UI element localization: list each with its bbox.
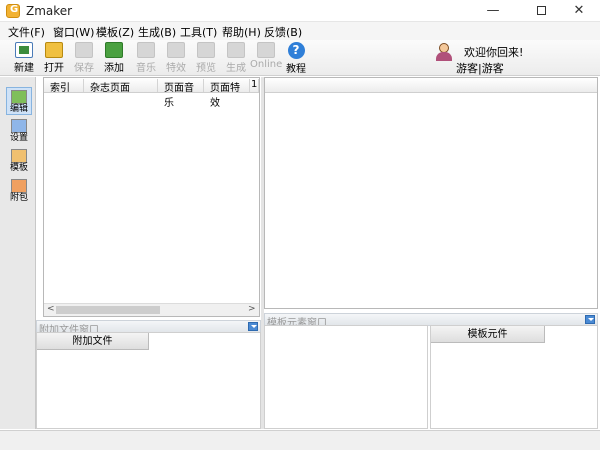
open-folder-icon bbox=[45, 42, 63, 58]
template-tree bbox=[264, 325, 428, 429]
preview-button[interactable]: 预览 bbox=[190, 42, 222, 76]
scroll-right-arrow-icon[interactable]: > bbox=[248, 304, 256, 314]
side-attach-button[interactable]: 附包 bbox=[6, 177, 32, 205]
col-page-effects[interactable]: 页面特效 bbox=[204, 79, 250, 109]
dropdown-arrow-icon[interactable] bbox=[248, 322, 258, 331]
dropdown-arrow-icon[interactable] bbox=[585, 315, 595, 324]
settings-icon bbox=[11, 119, 27, 133]
side-edit-label: 编辑 bbox=[9, 104, 28, 114]
title-bar: Zmaker — ✕ bbox=[0, 0, 600, 22]
generate-label: 生成 bbox=[226, 63, 246, 74]
open-button[interactable]: 打开 bbox=[38, 42, 70, 76]
save-icon bbox=[75, 42, 93, 58]
menu-generate[interactable]: 生成(B) bbox=[138, 24, 176, 40]
menu-window[interactable]: 窗口(W) bbox=[53, 24, 94, 40]
template-elements-list: 模板元件 bbox=[430, 325, 598, 429]
avatar-body bbox=[436, 52, 452, 61]
col-index[interactable]: 索引 bbox=[44, 79, 84, 94]
close-button[interactable]: ✕ bbox=[556, 0, 600, 22]
user-avatar bbox=[436, 43, 452, 61]
window-title: Zmaker bbox=[26, 4, 73, 18]
new-file-icon bbox=[15, 42, 33, 58]
attach-package-icon bbox=[11, 179, 27, 193]
menu-help[interactable]: 帮助(H) bbox=[222, 24, 261, 40]
online-label: Online bbox=[250, 59, 283, 70]
menu-template[interactable]: 模板(Z) bbox=[96, 24, 134, 40]
template-icon bbox=[11, 149, 27, 163]
side-settings-label: 设置 bbox=[9, 133, 28, 143]
status-bar bbox=[0, 430, 600, 450]
help-icon: ? bbox=[287, 42, 305, 59]
welcome-message: 欢迎你回来! bbox=[464, 46, 524, 59]
generate-button[interactable]: 生成 bbox=[220, 42, 252, 76]
horizontal-scrollbar[interactable]: < > bbox=[44, 303, 259, 316]
template-column-header[interactable]: 模板元件 bbox=[431, 326, 545, 343]
menu-tools[interactable]: 工具(T) bbox=[180, 24, 217, 40]
new-button[interactable]: 新建 bbox=[8, 42, 40, 76]
col-magazine-page[interactable]: 杂志页面 bbox=[84, 79, 158, 94]
effects-button[interactable]: 特效 bbox=[160, 42, 192, 76]
col-extra[interactable]: 1 bbox=[250, 79, 259, 92]
side-toolbar: 编辑 设置 模板 附包 bbox=[0, 77, 36, 429]
preview-pane bbox=[264, 77, 598, 309]
preview-star-icon bbox=[197, 42, 215, 58]
music-button[interactable]: 音乐 bbox=[130, 42, 162, 76]
side-template-button[interactable]: 模板 bbox=[6, 147, 32, 175]
maximize-icon bbox=[536, 6, 546, 15]
online-icon bbox=[257, 42, 275, 58]
attach-column-header[interactable]: 附加文件 bbox=[37, 333, 149, 350]
side-settings-button[interactable]: 设置 bbox=[6, 117, 32, 145]
effects-icon bbox=[167, 42, 185, 58]
add-label: 添加 bbox=[104, 63, 124, 74]
effects-label: 特效 bbox=[166, 63, 186, 74]
save-button[interactable]: 保存 bbox=[68, 42, 100, 76]
tutorial-button[interactable]: ? 教程 bbox=[280, 42, 312, 76]
minimize-button[interactable]: — bbox=[470, 0, 516, 22]
menu-feedback[interactable]: 反馈(B) bbox=[264, 24, 302, 40]
pages-table[interactable]: 索引 杂志页面 页面音乐 页面特效 1 < > bbox=[43, 77, 260, 317]
scrollbar-thumb[interactable] bbox=[56, 306, 160, 314]
side-template-label: 模板 bbox=[9, 163, 28, 173]
edit-pencil-icon bbox=[11, 90, 27, 104]
app-icon bbox=[6, 4, 20, 18]
attach-panel: 附加文件 bbox=[36, 332, 261, 429]
open-label: 打开 bbox=[44, 63, 64, 74]
scroll-left-arrow-icon[interactable]: < bbox=[47, 304, 55, 314]
music-note-icon bbox=[137, 42, 155, 58]
add-button[interactable]: 添加 bbox=[98, 42, 130, 76]
save-label: 保存 bbox=[74, 63, 94, 74]
online-button[interactable]: Online bbox=[250, 42, 282, 76]
side-edit-button[interactable]: 编辑 bbox=[6, 87, 32, 115]
generate-icon bbox=[227, 42, 245, 58]
add-icon bbox=[105, 42, 123, 58]
table-header: 索引 杂志页面 页面音乐 页面特效 1 bbox=[44, 78, 259, 109]
preview-label: 预览 bbox=[196, 63, 216, 74]
preview-header bbox=[265, 78, 597, 93]
menu-bar: 文件(F) 窗口(W) 模板(Z) 生成(B) 工具(T) 帮助(H) 反馈(B… bbox=[0, 22, 600, 40]
new-label: 新建 bbox=[14, 63, 34, 74]
col-page-music[interactable]: 页面音乐 bbox=[158, 79, 204, 109]
user-name-link[interactable]: 游客|游客 bbox=[456, 60, 504, 76]
menu-file[interactable]: 文件(F) bbox=[8, 24, 45, 40]
music-label: 音乐 bbox=[136, 63, 156, 74]
tutorial-label: 教程 bbox=[286, 64, 306, 75]
side-attach-label: 附包 bbox=[9, 193, 28, 203]
